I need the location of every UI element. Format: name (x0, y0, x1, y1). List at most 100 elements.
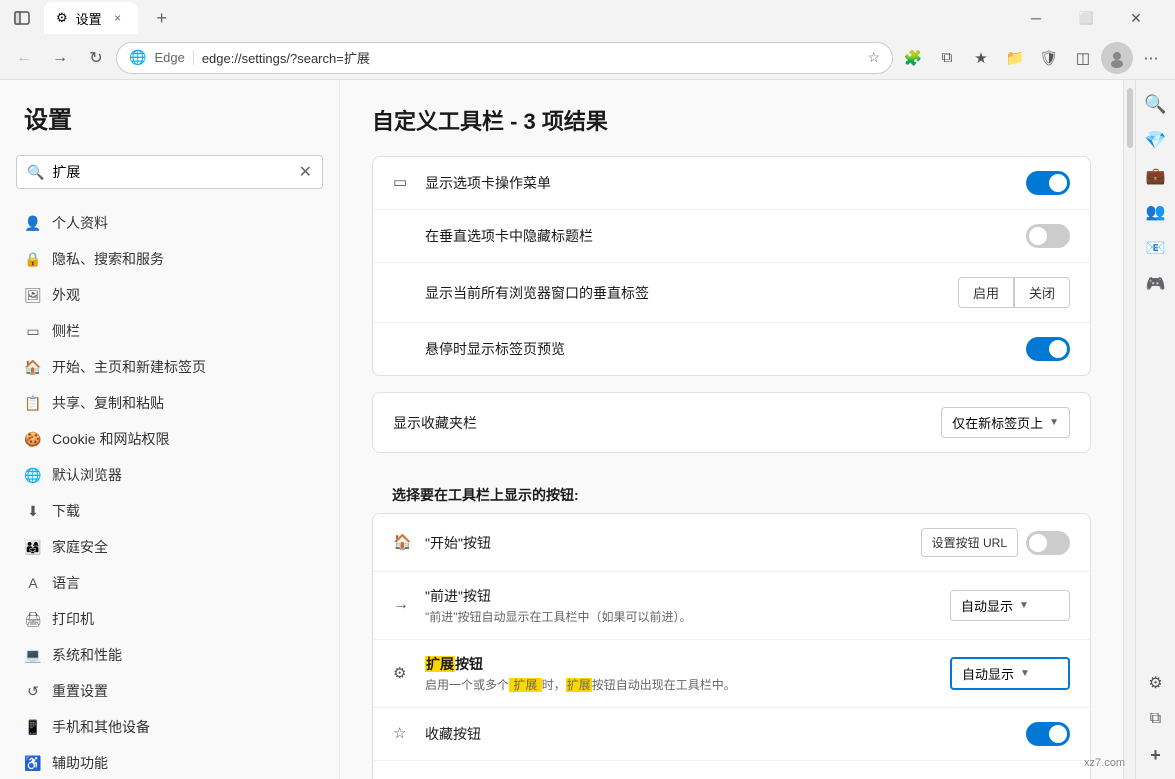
extensions-icon-btn[interactable]: 🧩 (897, 42, 929, 74)
sidebar-outlook-btn[interactable]: 📧 (1140, 232, 1172, 264)
scrollbar-thumb[interactable] (1127, 88, 1133, 148)
nav-item-10[interactable]: A语言 (0, 565, 339, 601)
nav-item-icon-8: ⬇ (24, 502, 42, 520)
profile-button[interactable] (1101, 42, 1133, 74)
disable-vertical-tabs-btn[interactable]: 关闭 (1014, 277, 1070, 308)
forward-button[interactable]: → (44, 42, 76, 74)
browser-essentials-btn[interactable]: 🛡 (1033, 42, 1065, 74)
favorites-icon: ☆ (393, 724, 413, 744)
favorites-dropdown-value: 仅在新标签页上 (952, 413, 1043, 432)
nav-item-icon-11: 🖨 (24, 610, 42, 628)
nav-item-8[interactable]: ⬇下载 (0, 493, 339, 529)
nav-item-6[interactable]: 🍪Cookie 和网站权限 (0, 421, 339, 457)
window-control-sidebar[interactable] (8, 4, 36, 32)
nav-item-2[interactable]: 🖼外观 (0, 277, 339, 313)
extensions-dropdown-value: 自动显示 (962, 664, 1014, 683)
nav-item-5[interactable]: 📋 共享、复制和粘贴 (0, 385, 339, 421)
nav-item-label-14: 手机和其他设备 (52, 717, 150, 737)
edge-brand-label: Edge (154, 50, 193, 65)
setup-url-button[interactable]: 设置按钮 URL (921, 528, 1018, 557)
nav-toolbar-icons: 🧩 ⧉ ★ 📁 🛡 ◫ ⋯ (897, 42, 1167, 74)
sidebar-expand-btn[interactable]: ⧉ (1140, 703, 1172, 735)
sidebar-bing-btn[interactable]: 💎 (1140, 124, 1172, 156)
home-button-toggle[interactable] (1026, 531, 1070, 555)
nav-item-15[interactable]: ♿辅助功能 (0, 745, 339, 779)
sidebar-btn[interactable]: ◫ (1067, 42, 1099, 74)
nav-item-icon-7: 🌐 (24, 466, 42, 484)
extensions-button-row: ⚙ 扩展按钮 启用一个或多个 扩展 时，扩展按钮自动出现在工具栏中。 自动显示 … (373, 640, 1090, 708)
nav-item-label-5: 共享、复制和粘贴 (52, 393, 164, 413)
favorites-btn[interactable]: ★ (965, 42, 997, 74)
nav-item-icon-6: 🍪 (24, 430, 42, 448)
nav-item-3[interactable]: ▭侧栏 (0, 313, 339, 349)
forward-dropdown-arrow: ▼ (1019, 600, 1029, 611)
nav-item-label-0: 个人资料 (52, 213, 108, 233)
star-icon[interactable]: ☆ (867, 49, 880, 66)
favorites-bar-card: 显示收藏夹栏 仅在新标签页上 ▼ (372, 392, 1091, 453)
tab-settings-card: ▭ 显示选项卡操作菜单 在垂直选项卡中隐藏标题栏 (372, 156, 1091, 376)
nav-item-14[interactable]: 📱 手机和其他设备 (0, 709, 339, 745)
nav-item-label-2: 外观 (52, 285, 80, 305)
split-screen-btn[interactable]: ⧉ (931, 42, 963, 74)
hide-title-bar-toggle[interactable] (1026, 224, 1070, 248)
nav-item-icon-5: 📋 (24, 394, 42, 412)
nav-item-icon-14: 📱 (24, 718, 42, 736)
favorites-button-toggle[interactable] (1026, 722, 1070, 746)
search-box[interactable]: 🔍 ✕ (16, 155, 323, 189)
nav-item-0[interactable]: 👤个人资料 (0, 205, 339, 241)
minimize-button[interactable]: ─ (1013, 3, 1059, 33)
sidebar-search-btn[interactable]: 🔍 (1140, 88, 1172, 120)
nav-item-4[interactable]: 🏠开始、主页和新建标签页 (0, 349, 339, 385)
back-button[interactable]: ← (8, 42, 40, 74)
favorites-bar-dropdown[interactable]: 仅在新标签页上 ▼ (941, 407, 1070, 438)
nav-item-1[interactable]: 🔒隐私、搜索和服务 (0, 241, 339, 277)
sidebar-customize-btn[interactable]: ⚙ (1140, 667, 1172, 699)
toolbar-buttons-card: 🏠 "开始"按钮 设置按钮 URL → "前进"按钮 "前进"按钮 (372, 513, 1091, 779)
show-vertical-tabs-row: 显示当前所有浏览器窗口的垂直标签 启用 关闭 (373, 263, 1090, 323)
refresh-button[interactable]: ↻ (80, 42, 112, 74)
favorites-bar-label: 显示收藏夹栏 (393, 413, 941, 433)
search-clear-icon[interactable]: ✕ (299, 162, 312, 182)
favorites-button-label: 收藏按钮 (425, 724, 1026, 744)
settings-container: 设置 🔍 ✕ 👤个人资料🔒隐私、搜索和服务🖼外观▭侧栏🏠开始、主页和新建标签页📋… (0, 80, 1123, 779)
sidebar-people-btn[interactable]: 👥 (1140, 196, 1172, 228)
vertical-tabs-icon (393, 283, 413, 303)
search-input[interactable] (52, 164, 290, 180)
title-bar: ⚙ 设置 × + ─ ⬜ ✕ (0, 0, 1175, 36)
favorites-dropdown-arrow: ▼ (1049, 417, 1059, 428)
nav-item-label-9: 家庭安全 (52, 537, 108, 557)
new-tab-button[interactable]: + (146, 2, 178, 34)
settings-nav: 设置 🔍 ✕ 👤个人资料🔒隐私、搜索和服务🖼外观▭侧栏🏠开始、主页和新建标签页📋… (0, 80, 340, 779)
settings-tab[interactable]: ⚙ 设置 × (44, 2, 138, 34)
forward-button-dropdown[interactable]: 自动显示 ▼ (950, 590, 1070, 621)
nav-item-11[interactable]: 🖨打印机 (0, 601, 339, 637)
show-tab-actions-label: 显示选项卡操作菜单 (425, 173, 1026, 193)
sidebar-games-btn[interactable]: 🎮 (1140, 268, 1172, 300)
nav-item-13[interactable]: ↺重置设置 (0, 673, 339, 709)
nav-item-icon-15: ♿ (24, 754, 42, 772)
collections-button-row: ▭ "集锦"按钮 (373, 761, 1090, 779)
nav-item-12[interactable]: 💻系统和性能 (0, 637, 339, 673)
show-vertical-tabs-label: 显示当前所有浏览器窗口的垂直标签 (425, 283, 958, 303)
enable-vertical-tabs-btn[interactable]: 启用 (958, 277, 1014, 308)
address-bar[interactable]: 🌐 Edge edge://settings/?search=扩展 ☆ (116, 42, 893, 74)
nav-items-list: 👤个人资料🔒隐私、搜索和服务🖼外观▭侧栏🏠开始、主页和新建标签页 📋 共享、复制和粘… (0, 205, 339, 779)
forward-button-label: "前进"按钮 (425, 586, 950, 606)
sidebar-briefcase-btn[interactable]: 💼 (1140, 160, 1172, 192)
nav-item-9[interactable]: 👨‍👩‍👧家庭安全 (0, 529, 339, 565)
tab-close-button[interactable]: × (110, 10, 126, 26)
maximize-button[interactable]: ⬜ (1063, 3, 1109, 33)
home-icon: 🏠 (393, 533, 413, 553)
collections-btn[interactable]: 📁 (999, 42, 1031, 74)
sidebar-add-btn[interactable]: + (1140, 739, 1172, 771)
hover-preview-toggle[interactable] (1026, 337, 1070, 361)
show-tab-actions-toggle[interactable] (1026, 171, 1070, 195)
settings-main: 自定义工具栏 - 3 项结果 ▭ 显示选项卡操作菜单 (340, 80, 1123, 779)
edge-favicon: 🌐 (129, 49, 146, 66)
nav-item-7[interactable]: 🌐默认浏览器 (0, 457, 339, 493)
close-window-button[interactable]: ✕ (1113, 3, 1159, 33)
nav-item-icon-4: 🏠 (24, 358, 42, 376)
extensions-button-dropdown[interactable]: 自动显示 ▼ (950, 657, 1070, 690)
show-tab-actions-row: ▭ 显示选项卡操作菜单 (373, 157, 1090, 210)
settings-more-btn[interactable]: ⋯ (1135, 42, 1167, 74)
